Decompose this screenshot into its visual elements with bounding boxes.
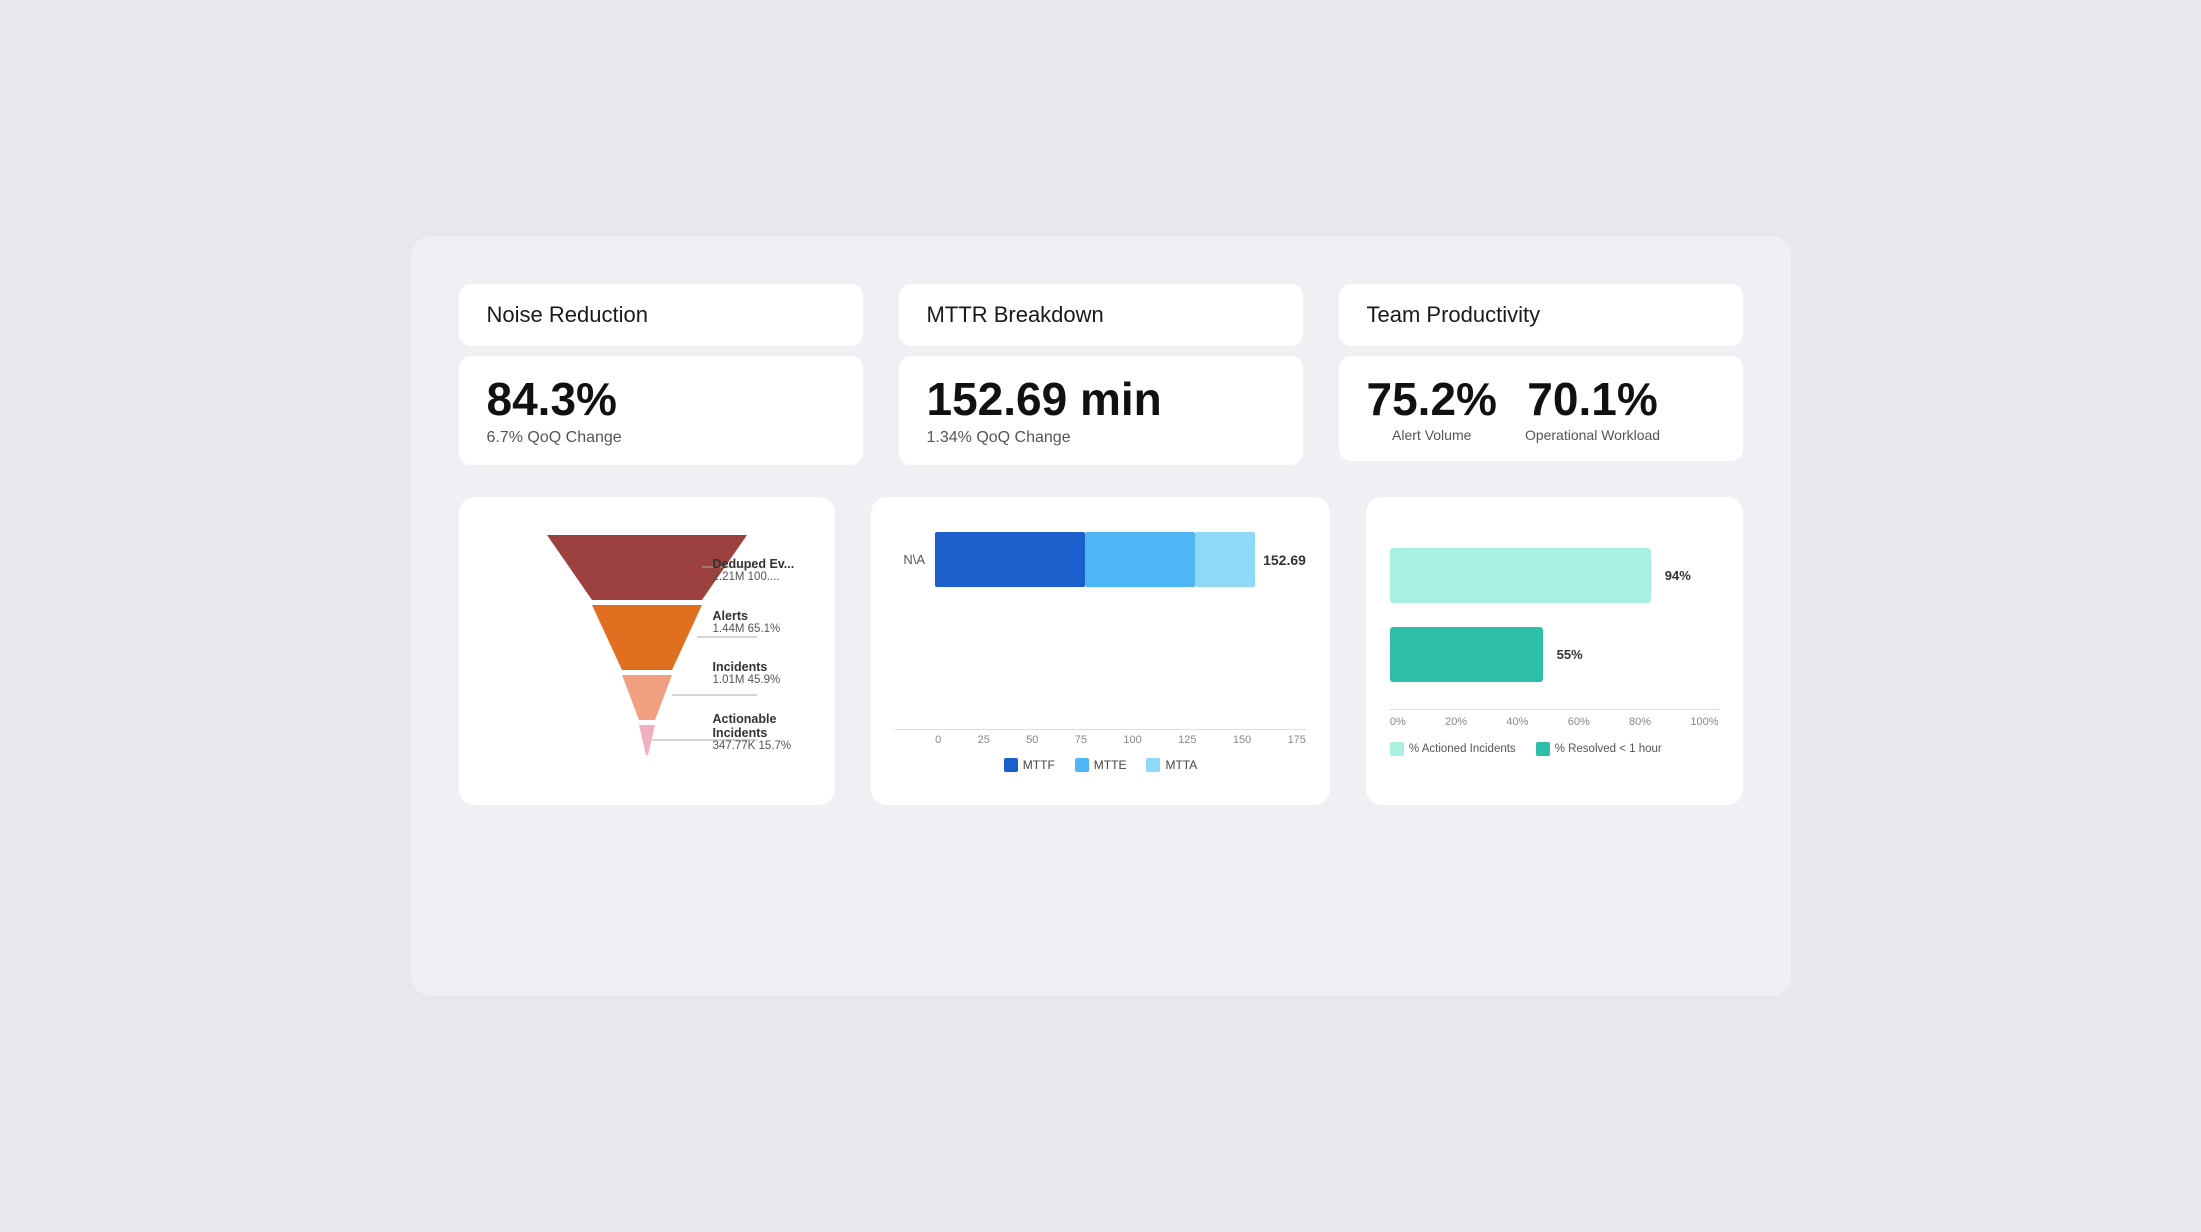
x-label-25: 25 (978, 734, 990, 746)
operational-value: 70.1% (1527, 374, 1657, 425)
funnel-label-2: Alerts 1.44M 65.1% (713, 609, 812, 635)
x-label-50: 50 (1026, 734, 1038, 746)
mtta-legend-dot (1146, 758, 1160, 772)
team-productivity-group: Team Productivity 75.2% Alert Volume 70.… (1339, 284, 1743, 465)
prod-x-80: 80% (1629, 716, 1651, 728)
noise-reduction-title: Noise Reduction (487, 302, 648, 327)
noise-reduction-sub: 6.7% QoQ Change (487, 429, 835, 447)
team-productivity-value-card: 75.2% Alert Volume 70.1% Operational Wor… (1339, 356, 1743, 461)
x-label-0: 0 (935, 734, 941, 746)
prod-x-60: 60% (1568, 716, 1590, 728)
mttr-bars-area: N\A 152.69 (895, 525, 1306, 725)
mttf-legend-dot (1004, 758, 1018, 772)
operational-label: Operational Workload (1525, 427, 1660, 443)
funnel-label-1: Deduped Ev... 2.21M 100.... (713, 557, 812, 583)
mttr-bars-group: 152.69 (935, 532, 1306, 587)
x-label-75: 75 (1075, 734, 1087, 746)
funnel-labels: Deduped Ev... 2.21M 100.... Alerts 1.44M… (713, 525, 812, 785)
funnel-label-3: Incidents 1.01M 45.9% (713, 660, 812, 686)
mttr-total-val: 152.69 (1263, 552, 1306, 568)
noise-reduction-value-card: 84.3% 6.7% QoQ Change (459, 356, 863, 465)
prod-x-100: 100% (1690, 716, 1718, 728)
mtta-legend-item: MTTA (1146, 758, 1197, 772)
mttr-title-card: MTTR Breakdown (899, 284, 1303, 346)
x-label-150: 150 (1233, 734, 1251, 746)
actioned-bar-label: 94% (1665, 568, 1691, 583)
dashboard: Noise Reduction 84.3% 6.7% QoQ Change MT… (411, 236, 1791, 996)
team-productivity-values: 75.2% Alert Volume 70.1% Operational Wor… (1367, 374, 1715, 443)
resolved-legend-label: % Resolved < 1 hour (1555, 743, 1662, 755)
x-label-125: 125 (1178, 734, 1196, 746)
noise-reduction-value: 84.3% (487, 374, 835, 425)
prod-row-2: 55% (1390, 627, 1719, 682)
resolved-bar-label: 55% (1557, 647, 1583, 662)
resolved-legend-item: % Resolved < 1 hour (1536, 742, 1662, 756)
mttr-title: MTTR Breakdown (927, 302, 1104, 327)
top-metrics-row: Noise Reduction 84.3% 6.7% QoQ Change MT… (459, 284, 1743, 465)
actioned-legend-label: % Actioned Incidents (1409, 743, 1516, 755)
funnel-label-4: Actionable Incidents 347.77K 15.7% (713, 712, 812, 752)
mttr-chart-card: N\A 152.69 0 (871, 497, 1330, 805)
alert-volume-group: 75.2% Alert Volume (1367, 374, 1497, 443)
mttr-value: 152.69 min (927, 374, 1275, 425)
actioned-legend-dot (1390, 742, 1404, 756)
mtta-legend-label: MTTA (1165, 758, 1197, 772)
operational-workload-group: 70.1% Operational Workload (1525, 374, 1660, 443)
prod-legend: % Actioned Incidents % Resolved < 1 hour (1390, 742, 1719, 756)
mtte-legend-item: MTTE (1075, 758, 1127, 772)
resolved-bar: 55% (1390, 627, 1543, 682)
mttr-row-label: N\A (895, 552, 925, 567)
team-productivity-title: Team Productivity (1367, 302, 1541, 327)
prod-row-1: 94% (1390, 548, 1719, 603)
mttr-bar-row: N\A 152.69 (895, 525, 1306, 595)
prod-chart: 94% 55% 0% 20% 40% 60% 80% (1390, 525, 1719, 756)
actioned-legend-item: % Actioned Incidents (1390, 742, 1516, 756)
noise-reduction-group: Noise Reduction 84.3% 6.7% QoQ Change (459, 284, 863, 465)
mttr-breakdown-group: MTTR Breakdown 152.69 min 1.34% QoQ Chan… (899, 284, 1303, 465)
x-label-175: 175 (1288, 734, 1306, 746)
mttf-legend-label: MTTF (1023, 758, 1055, 772)
actioned-bar: 94% (1390, 548, 1651, 603)
funnel-chart-card: Deduped Ev... 2.21M 100.... Alerts 1.44M… (459, 497, 836, 805)
alert-volume-label: Alert Volume (1392, 427, 1471, 443)
x-axis-line (895, 729, 1306, 730)
bottom-charts-row: Deduped Ev... 2.21M 100.... Alerts 1.44M… (459, 497, 1743, 805)
mttr-value-card: 152.69 min 1.34% QoQ Change (899, 356, 1303, 465)
prod-axis-line (1390, 709, 1719, 710)
mttr-chart: N\A 152.69 0 (895, 525, 1306, 765)
mtte-bar (1085, 532, 1195, 587)
mtte-legend-dot (1075, 758, 1089, 772)
mtte-legend-label: MTTE (1094, 758, 1127, 772)
prod-x-axis: 0% 20% 40% 60% 80% 100% (1390, 716, 1719, 728)
prod-x-20: 20% (1445, 716, 1467, 728)
prod-x-0: 0% (1390, 716, 1406, 728)
mtta-bar (1195, 532, 1255, 587)
noise-reduction-title-card: Noise Reduction (459, 284, 863, 346)
prod-bars-area: 94% 55% (1390, 525, 1719, 705)
alert-volume-value: 75.2% (1367, 374, 1497, 425)
mttf-legend-item: MTTF (1004, 758, 1055, 772)
resolved-legend-dot (1536, 742, 1550, 756)
funnel-container: Deduped Ev... 2.21M 100.... Alerts 1.44M… (483, 525, 812, 785)
team-productivity-title-card: Team Productivity (1339, 284, 1743, 346)
prod-x-40: 40% (1506, 716, 1528, 728)
x-label-100: 100 (1123, 734, 1141, 746)
mttr-sub: 1.34% QoQ Change (927, 429, 1275, 447)
x-axis-labels: 0 25 50 75 100 125 150 175 (895, 734, 1306, 746)
mttr-legend: MTTF MTTE MTTA (895, 758, 1306, 772)
team-productivity-chart-card: 94% 55% 0% 20% 40% 60% 80% (1366, 497, 1743, 805)
mttf-bar (935, 532, 1085, 587)
